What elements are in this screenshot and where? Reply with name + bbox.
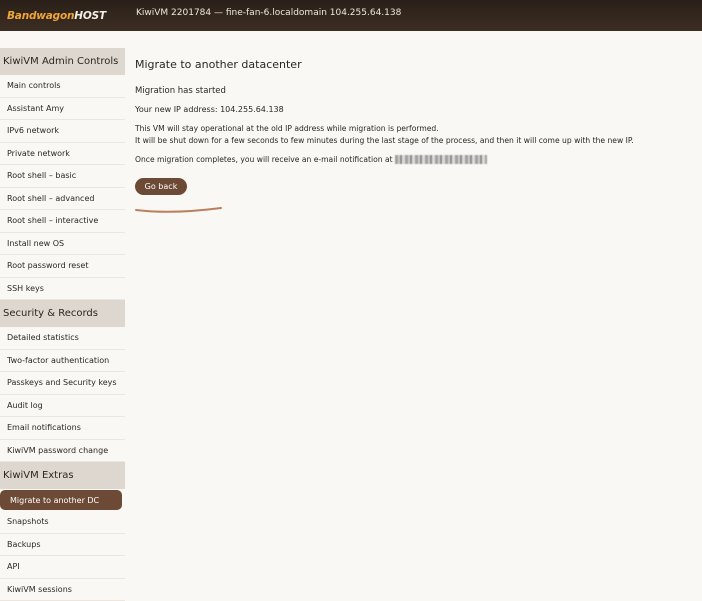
underline-squiggle bbox=[0, 0, 702, 600]
